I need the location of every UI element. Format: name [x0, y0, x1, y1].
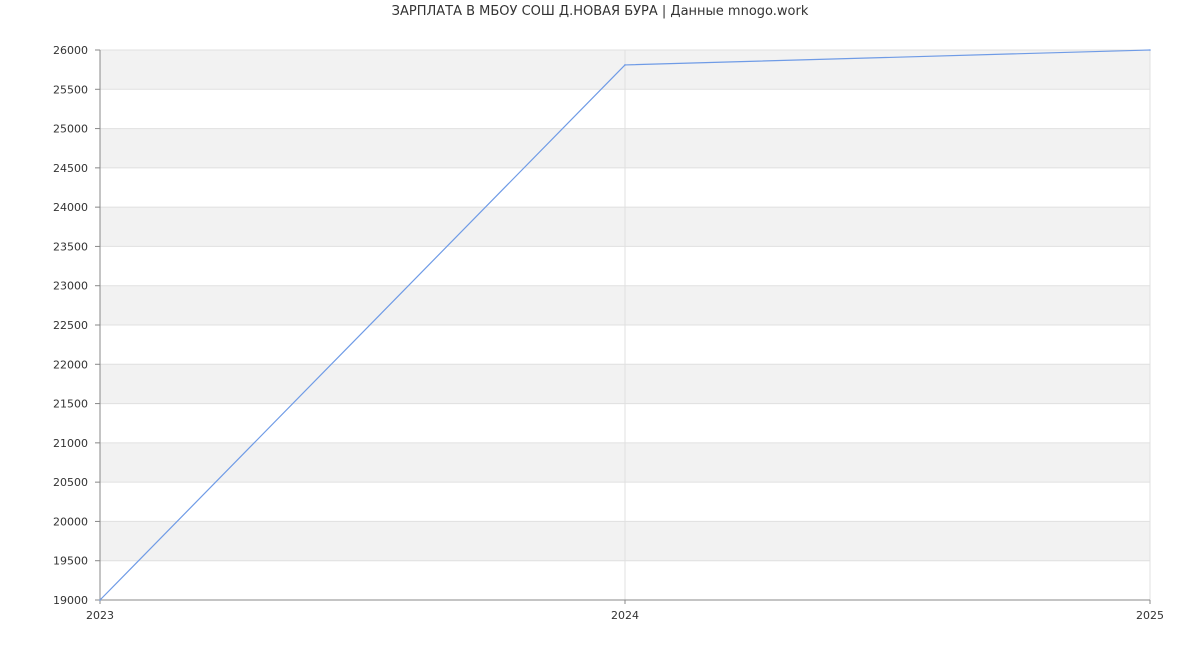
y-tick-label: 22500	[53, 319, 88, 332]
y-tick-label: 19500	[53, 555, 88, 568]
y-tick-label: 26000	[53, 44, 88, 57]
y-tick-label: 25500	[53, 83, 88, 96]
x-axis-ticks: 2023 2024 2025	[86, 600, 1164, 622]
y-tick-label: 23500	[53, 240, 88, 253]
y-tick-label: 23000	[53, 280, 88, 293]
x-tick-label: 2023	[86, 609, 114, 622]
x-tick-label: 2025	[1136, 609, 1164, 622]
y-tick-label: 25000	[53, 123, 88, 136]
y-tick-label: 22000	[53, 358, 88, 371]
line-chart: 19000 19500 20000 20500 21000 21500 22000 22500…	[53, 44, 1164, 622]
data-point	[624, 64, 626, 66]
y-axis-ticks: 19000 19500 20000 20500 21000 21500 22000 22500…	[53, 44, 100, 607]
data-point	[1149, 49, 1151, 51]
y-tick-label: 21000	[53, 437, 88, 450]
y-tick-label: 24500	[53, 162, 88, 175]
y-tick-label: 21500	[53, 398, 88, 411]
y-tick-label: 20500	[53, 476, 88, 489]
y-tick-label: 24000	[53, 201, 88, 214]
x-tick-label: 2024	[611, 609, 639, 622]
y-tick-label: 19000	[53, 594, 88, 607]
y-tick-label: 20000	[53, 515, 88, 528]
data-point	[99, 599, 101, 601]
